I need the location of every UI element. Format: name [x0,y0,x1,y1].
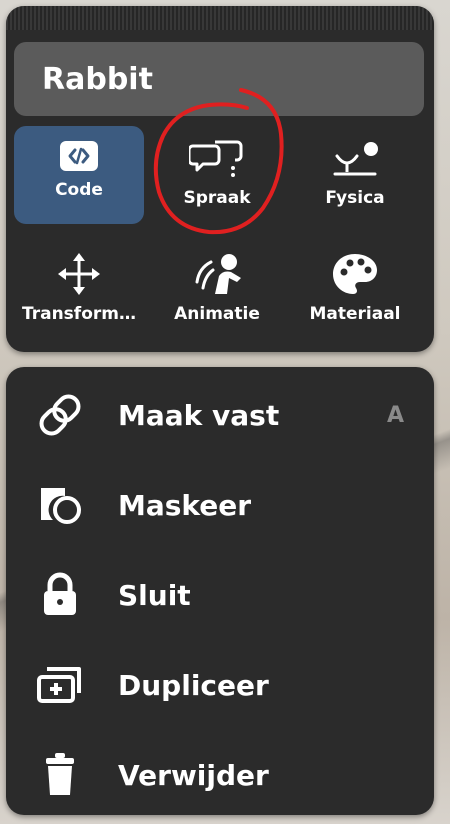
tab-code[interactable]: Code [14,126,144,224]
lock-icon [44,572,76,615]
speech-bubbles-icon [189,140,243,177]
menu-item-maak-vast[interactable]: Maak vast A [6,370,434,460]
tab-spraak[interactable]: Spraak [152,126,282,224]
menu-item-label: Sluit [118,578,191,612]
tab-fysica-label: Fysica [325,188,385,208]
link-icon [39,394,81,436]
drag-handle[interactable] [6,6,434,30]
tab-materiaal[interactable]: Materiaal [290,238,420,336]
menu-item-label: Verwijder [118,758,269,792]
tab-animatie-label: Animatie [174,304,260,324]
animation-icon [195,254,241,294]
menu-item-label: Maak vast [118,398,280,432]
tab-animatie[interactable]: Animatie [152,238,282,336]
code-icon [60,141,98,171]
menu-item-label: Dupliceer [118,668,269,702]
menu-item-sluit[interactable]: Sluit [6,550,434,640]
shortcut-key: A [386,402,404,428]
physics-icon [333,142,378,176]
menu-item-verwijder[interactable]: Verwijder [6,730,434,820]
context-menu: Maak vast A Maskeer Sluit Dupliceer Verw… [6,367,434,815]
tab-transform-label: Transform… [22,304,136,324]
tab-code-label: Code [55,180,103,200]
object-name-field[interactable]: Rabbit [14,42,424,116]
tab-fysica[interactable]: Fysica [290,126,420,224]
trash-icon [46,753,74,795]
move-arrows-icon [58,253,100,295]
object-name: Rabbit [42,61,153,97]
menu-item-label: Maskeer [118,488,252,522]
palette-icon [333,254,377,294]
duplicate-icon [37,667,81,703]
tab-spraak-label: Spraak [183,188,251,208]
tab-materiaal-label: Materiaal [309,304,401,324]
object-panel: Rabbit Code Spraak Fysica Transform… Ani… [6,6,434,352]
menu-item-maskeer[interactable]: Maskeer [6,460,434,550]
menu-item-dupliceer[interactable]: Dupliceer [6,640,434,730]
tab-transform[interactable]: Transform… [14,238,144,336]
mask-icon [41,488,81,524]
